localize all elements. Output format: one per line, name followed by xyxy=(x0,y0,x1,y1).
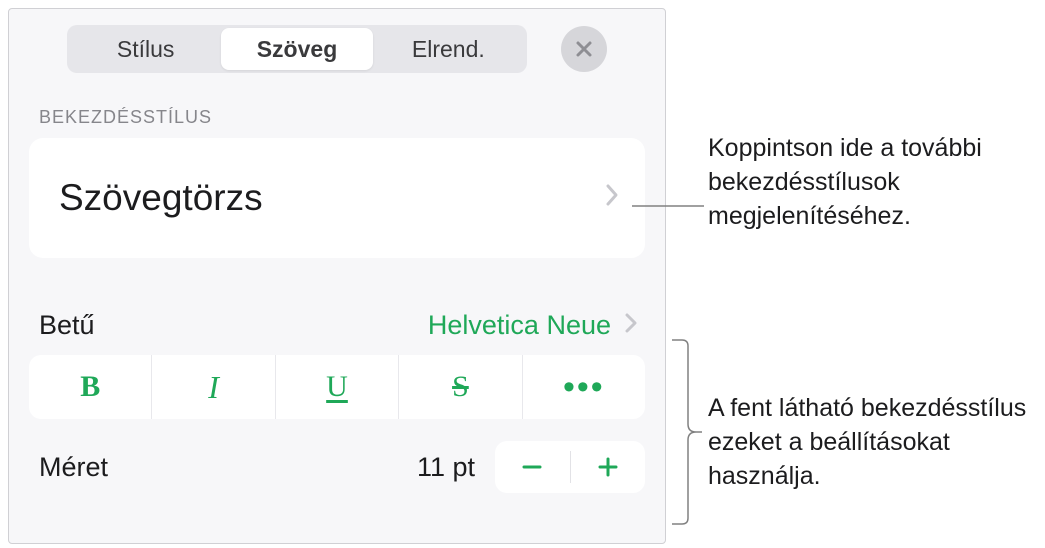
underline-button[interactable]: U xyxy=(276,355,399,419)
bold-button[interactable]: B xyxy=(29,355,152,419)
font-value: Helvetica Neue xyxy=(428,310,611,341)
font-label: Betű xyxy=(39,310,95,341)
font-value-wrap: Helvetica Neue xyxy=(428,310,637,341)
chevron-right-icon xyxy=(625,312,637,340)
size-label: Méret xyxy=(39,452,108,483)
segmented-control: Stílus Szöveg Elrend. xyxy=(67,25,527,73)
tab-text[interactable]: Szöveg xyxy=(221,28,372,70)
size-stepper xyxy=(495,441,645,493)
tab-layout[interactable]: Elrend. xyxy=(373,28,524,70)
tab-style[interactable]: Stílus xyxy=(70,28,221,70)
minus-icon xyxy=(520,455,544,479)
close-icon xyxy=(574,39,594,59)
callout-text-2: A fent látható bekezdésstílus ezeket a b… xyxy=(708,392,1038,493)
paragraph-style-section-label: BEKEZDÉSSTÍLUS xyxy=(9,85,665,138)
paragraph-style-value: Szövegtörzs xyxy=(59,177,263,219)
plus-icon xyxy=(596,455,620,479)
font-row[interactable]: Betű Helvetica Neue xyxy=(9,258,665,355)
bold-icon: B xyxy=(80,370,100,404)
format-panel: Stílus Szöveg Elrend. BEKEZDÉSSTÍLUS Szö… xyxy=(8,8,666,544)
underline-icon: U xyxy=(326,370,348,404)
callout-bracket xyxy=(672,336,702,528)
size-increase-button[interactable] xyxy=(571,441,646,493)
paragraph-style-selector[interactable]: Szövegtörzs xyxy=(29,138,645,258)
callout-text-1: Koppintson ide a további bekezdésstíluso… xyxy=(708,132,1028,233)
size-controls: 11 pt xyxy=(417,441,645,493)
italic-icon: I xyxy=(208,369,219,406)
text-style-buttons: B I U S ••• xyxy=(29,355,645,419)
strikethrough-icon: S xyxy=(452,370,469,404)
italic-button[interactable]: I xyxy=(152,355,275,419)
more-options-button[interactable]: ••• xyxy=(523,355,645,419)
chevron-right-icon xyxy=(605,181,619,215)
callout-leader-1 xyxy=(632,200,704,212)
tab-bar-row: Stílus Szöveg Elrend. xyxy=(9,9,665,85)
size-decrease-button[interactable] xyxy=(495,441,570,493)
strikethrough-button[interactable]: S xyxy=(399,355,522,419)
size-value: 11 pt xyxy=(417,452,475,483)
size-row: Méret 11 pt xyxy=(9,419,665,493)
close-button[interactable] xyxy=(561,26,607,72)
